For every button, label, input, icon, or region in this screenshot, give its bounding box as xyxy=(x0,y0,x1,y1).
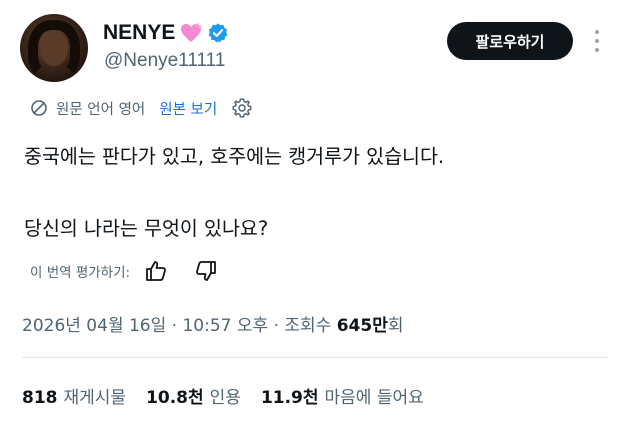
more-dot xyxy=(595,39,599,43)
avatar[interactable] xyxy=(20,14,88,82)
name-row: NENYE xyxy=(103,20,229,46)
tweet-text: 중국에는 판다가 있고, 호주에는 캥거루가 있습니다. 당신의 나라는 무엇이… xyxy=(24,140,444,246)
engagement-stats: 818 재게시물 10.8천 인용 11.9천 마음에 들어요 xyxy=(22,383,424,408)
tweet-date[interactable]: 2026년 04월 16일 xyxy=(22,316,166,336)
display-name[interactable]: NENYE xyxy=(103,21,175,45)
tweet-time[interactable]: 10:57 오후 xyxy=(182,316,268,336)
quotes-stat[interactable]: 10.8천 인용 xyxy=(146,383,241,408)
quotes-label: 인용 xyxy=(209,388,241,408)
meta-separator: · xyxy=(166,316,183,336)
likes-label: 마음에 들어요 xyxy=(324,388,424,408)
translation-notice: 원문 언어 영어 원본 보기 xyxy=(30,96,253,120)
heart-emoji-icon xyxy=(181,23,203,42)
verified-badge-icon xyxy=(208,23,228,43)
more-dot xyxy=(595,30,599,34)
reposts-count: 818 xyxy=(22,388,58,408)
rate-translation-label: 이 번역 평가하기: xyxy=(30,265,131,281)
tweet-text-line: 당신의 나라는 무엇이 있나요? xyxy=(24,217,269,240)
views-label: 조회수 xyxy=(284,316,332,336)
meta-separator: · xyxy=(268,316,285,336)
gear-icon[interactable] xyxy=(231,97,253,119)
reposts-stat[interactable]: 818 재게시물 xyxy=(22,383,126,408)
avatar-face xyxy=(40,32,68,66)
more-options-icon[interactable] xyxy=(590,28,604,54)
reposts-label: 재게시물 xyxy=(63,388,127,408)
more-dot xyxy=(595,48,599,52)
rate-translation-row: 이 번역 평가하기: xyxy=(30,258,218,284)
thumb-down-icon[interactable] xyxy=(194,259,218,283)
show-original-link[interactable]: 원본 보기 xyxy=(159,98,217,119)
quotes-count: 10.8천 xyxy=(146,388,204,408)
tweet-meta: 2026년 04월 16일 · 10:57 오후 · 조회수 645만회 xyxy=(22,311,404,336)
translate-icon xyxy=(31,100,47,116)
divider xyxy=(22,357,608,358)
likes-stat[interactable]: 11.9천 마음에 들어요 xyxy=(261,383,424,408)
tweet-text-line: 중국에는 판다가 있고, 호주에는 캥거루가 있습니다. xyxy=(24,145,445,168)
translation-language-label: 원문 언어 영어 xyxy=(56,101,146,118)
likes-count: 11.9천 xyxy=(260,388,319,408)
user-handle[interactable]: @Nenye11111 xyxy=(104,50,225,72)
views-count: 645만 xyxy=(336,316,388,336)
follow-button[interactable]: 팔로우하기 xyxy=(447,22,573,60)
views-suffix: 회 xyxy=(387,316,404,336)
thumb-up-icon[interactable] xyxy=(144,259,168,283)
